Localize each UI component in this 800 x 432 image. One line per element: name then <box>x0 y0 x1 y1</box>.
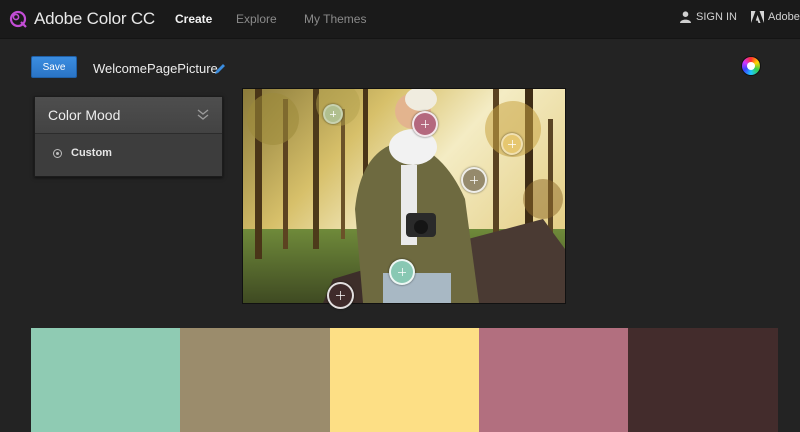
app-title[interactable]: Adobe Color CC <box>34 9 155 29</box>
color-picker-3[interactable] <box>501 133 523 155</box>
top-bar: Adobe Color CC Create Explore My Themes … <box>0 0 800 39</box>
radio-icon <box>53 148 62 158</box>
color-swatch-2[interactable] <box>180 328 330 432</box>
color-swatch-1[interactable] <box>31 328 180 432</box>
user-icon <box>680 11 691 23</box>
color-picker-2[interactable] <box>412 111 438 137</box>
sign-in-link[interactable]: SIGN IN <box>680 11 737 23</box>
save-button[interactable]: Save <box>31 56 77 78</box>
adobe-link[interactable]: Adobe <box>751 11 800 23</box>
color-mood-title: Color Mood <box>48 107 121 123</box>
color-swatch-3[interactable] <box>330 328 479 432</box>
color-picker-5[interactable] <box>389 259 415 285</box>
color-picker-4[interactable] <box>461 167 487 193</box>
color-mood-panel: Color Mood Custom <box>34 96 223 177</box>
adobe-logo-icon <box>751 11 764 23</box>
color-picker-1[interactable] <box>323 104 343 124</box>
color-mood-dropdown[interactable]: Color Mood <box>35 97 222 134</box>
theme-name[interactable]: WelcomePagePicture <box>93 61 218 76</box>
double-chevron-down-icon <box>197 109 209 120</box>
nav-my-themes[interactable]: My Themes <box>304 12 366 26</box>
color-picker-6-active[interactable] <box>327 282 354 309</box>
color-wheel-icon[interactable] <box>742 57 760 75</box>
color-swatch-5[interactable] <box>628 328 778 432</box>
nav-create[interactable]: Create <box>175 12 212 26</box>
pencil-icon[interactable] <box>214 62 227 75</box>
mood-option-label: Custom <box>71 147 112 159</box>
color-swatch-4[interactable] <box>479 328 628 432</box>
nav-explore[interactable]: Explore <box>236 12 277 26</box>
adobe-color-logo-icon[interactable] <box>8 9 28 29</box>
sign-in-label: SIGN IN <box>696 11 737 23</box>
mood-option-custom[interactable]: Custom <box>53 147 112 159</box>
adobe-label: Adobe <box>768 11 800 23</box>
